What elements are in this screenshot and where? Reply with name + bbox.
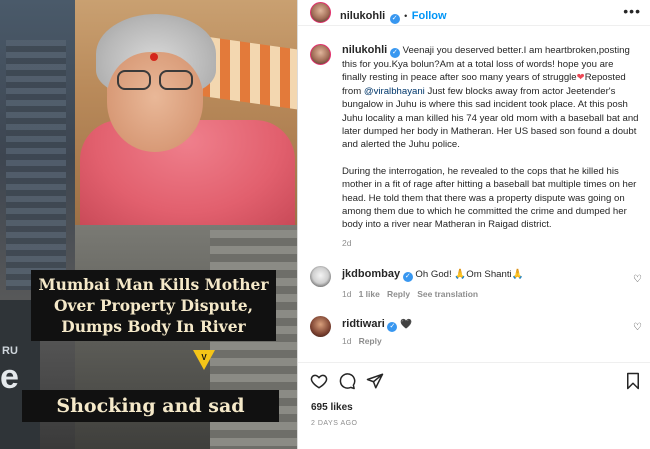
comment-icon[interactable] xyxy=(338,372,356,390)
caption-username[interactable]: nilukohli xyxy=(342,44,387,56)
comment-likes[interactable]: 1 like xyxy=(359,289,380,299)
header-username[interactable]: nilukohli xyxy=(340,10,385,22)
comment-text: Oh God! 🙏Om Shanti🙏 xyxy=(415,269,524,280)
post-timestamp[interactable]: 2 DAYS AGO xyxy=(311,420,358,427)
comment-like-icon[interactable]: ♡ xyxy=(633,322,642,333)
svg-text:V: V xyxy=(201,353,207,362)
header-user: nilukohli ✓ • Follow xyxy=(340,6,447,24)
comment-like-icon[interactable]: ♡ xyxy=(633,274,642,285)
see-translation-button[interactable]: See translation xyxy=(417,289,478,299)
verified-icon: ✓ xyxy=(387,322,398,332)
comment-meta: 1d Reply xyxy=(342,336,382,346)
likes-count[interactable]: 695 likes xyxy=(311,402,353,413)
verified-icon: ✓ xyxy=(389,14,400,24)
comment-username[interactable]: jkdbombay xyxy=(342,268,400,280)
avatar[interactable] xyxy=(310,2,331,23)
mention-link[interactable]: @viralbhayani xyxy=(364,86,425,97)
bookmark-icon[interactable] xyxy=(624,372,642,390)
avatar[interactable] xyxy=(310,44,331,65)
verified-icon: ✓ xyxy=(402,272,413,282)
media-person-face-front xyxy=(107,52,203,152)
follow-button[interactable]: Follow xyxy=(412,10,447,22)
comment-item: ridtiwari ✓ 🖤 xyxy=(342,318,412,332)
media-person-bindi xyxy=(150,53,158,61)
comment-time: 1d xyxy=(342,336,352,346)
media-person-glasses xyxy=(115,70,195,90)
comment-text: 🖤 xyxy=(400,319,413,330)
more-options-icon[interactable]: ••• xyxy=(623,3,641,19)
reply-button[interactable]: Reply xyxy=(359,336,382,346)
comment-username[interactable]: ridtiwari xyxy=(342,318,385,330)
media-building xyxy=(6,40,66,290)
heart-outline-icon[interactable] xyxy=(310,372,328,390)
caption-text-3: During the interrogation, he revealed to… xyxy=(342,165,637,231)
media-headline: Mumbai Man Kills Mother Over Property Di… xyxy=(31,270,276,341)
post-details-panel: nilukohli ✓ • Follow ••• nilukohli ✓ Vee… xyxy=(297,0,650,449)
reply-button[interactable]: Reply xyxy=(387,289,410,299)
avatar[interactable] xyxy=(310,316,331,337)
caption-time: 2d xyxy=(342,237,352,248)
post-media[interactable]: RU e Mumbai Man Kills Mother Over Proper… xyxy=(0,0,297,449)
news-logo-icon: V xyxy=(193,350,215,370)
post-caption: nilukohli ✓ Veenaji you deserved better.… xyxy=(342,44,639,250)
verified-icon: ✓ xyxy=(389,48,400,58)
post-header: nilukohli ✓ • Follow ••• xyxy=(298,0,650,26)
header-separator: • xyxy=(404,11,408,21)
share-icon[interactable] xyxy=(366,372,384,390)
heart-emoji-icon: ❤ xyxy=(576,72,585,84)
post-actions: 695 likes 2 DAYS AGO xyxy=(298,362,650,442)
comment-meta: 1d 1 like Reply See translation xyxy=(342,289,478,299)
avatar[interactable] xyxy=(310,266,331,287)
media-sign-small: RU xyxy=(2,345,18,357)
media-caption: Shocking and sad xyxy=(22,390,279,422)
media-sign-big: e xyxy=(0,358,19,396)
comment-item: jkdbombay ✓ Oh God! 🙏Om Shanti🙏 xyxy=(342,268,524,282)
comment-time: 1d xyxy=(342,289,352,299)
